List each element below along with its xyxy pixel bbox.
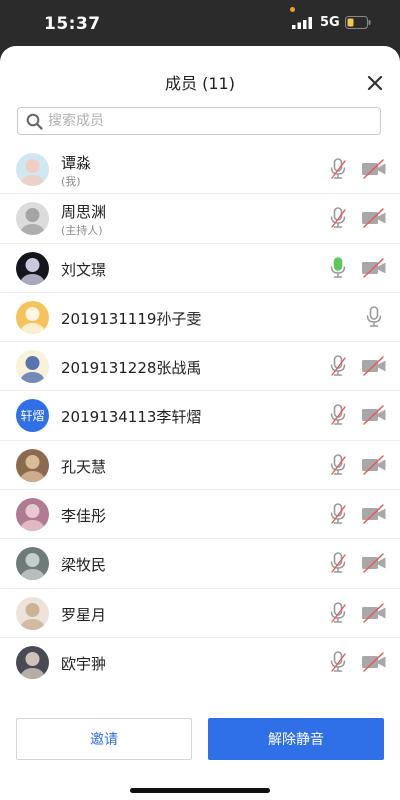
status-time: 15:37 — [44, 14, 101, 34]
search-box[interactable] — [17, 107, 381, 135]
avatar-image — [20, 602, 45, 630]
home-indicator — [130, 788, 270, 793]
avatar — [16, 547, 49, 581]
member-row[interactable]: 李佳彤 — [0, 490, 400, 540]
avatar — [16, 350, 49, 384]
member-name: 孔天慧 — [61, 457, 107, 476]
member-name: 谭淼 — [61, 154, 92, 172]
search-icon — [26, 113, 43, 130]
member-row[interactable]: 梁牧民 — [0, 539, 400, 589]
mic-muted-icon[interactable] — [328, 404, 348, 426]
avatar — [16, 498, 49, 532]
member-name: 刘文璟 — [61, 260, 107, 279]
avatar — [16, 596, 49, 630]
member-name: 欧宇翀 — [61, 654, 107, 673]
camera-off-icon[interactable] — [361, 208, 387, 229]
member-row[interactable]: 欧宇翀 — [0, 638, 400, 686]
status-bar: 15:37 5G — [0, 0, 400, 46]
member-row[interactable]: 轩熠 2019134113李轩熠 — [0, 391, 400, 441]
avatar — [16, 300, 49, 334]
mic-icon[interactable] — [364, 306, 384, 328]
camera-off-icon[interactable] — [361, 356, 387, 376]
privacy-indicator-dot — [290, 7, 295, 12]
camera-off-icon[interactable] — [361, 553, 387, 574]
avatar-image — [20, 159, 45, 186]
avatar — [16, 251, 49, 285]
avatar-image — [20, 306, 45, 334]
camera-off-icon[interactable] — [361, 455, 387, 475]
member-name: 李佳彤 — [61, 507, 107, 526]
member-name: 梁牧民 — [61, 556, 107, 575]
camera-off-icon[interactable] — [361, 602, 387, 623]
avatar-image — [20, 454, 45, 482]
sheet-title: 成员 (11) — [165, 74, 235, 93]
members-sheet: 成员 (11) 谭淼 (我) 周思渊 (主持人) — [0, 46, 400, 800]
avatar: 轩熠 — [16, 399, 49, 433]
member-name: 周思渊 — [61, 203, 107, 222]
network-type: 5G — [320, 15, 340, 30]
mic-muted-icon[interactable] — [328, 601, 348, 624]
avatar — [16, 645, 49, 679]
avatar-image — [20, 651, 45, 679]
member-name: 2019134113李轩熠 — [61, 408, 202, 427]
signal-icon — [292, 17, 312, 29]
avatar-image — [20, 553, 45, 581]
member-role: (主持人) — [61, 224, 103, 238]
mic-muted-icon[interactable] — [328, 651, 348, 673]
camera-off-icon[interactable] — [361, 159, 387, 179]
member-row[interactable]: 刘文璟 — [0, 244, 400, 293]
avatar-initials: 轩熠 — [20, 409, 45, 424]
camera-off-icon[interactable] — [361, 257, 387, 278]
camera-off-icon[interactable] — [361, 405, 387, 426]
avatar — [16, 448, 49, 482]
avatar-image — [20, 257, 45, 285]
unmute-all-button[interactable]: 解除静音 — [208, 718, 384, 760]
mic-muted-icon[interactable] — [328, 207, 348, 229]
mic-icon[interactable] — [328, 256, 348, 279]
member-row[interactable]: 2019131119孙子雯 — [0, 293, 400, 343]
mic-muted-icon[interactable] — [328, 158, 348, 180]
member-role: (我) — [61, 175, 81, 188]
member-name: 罗星月 — [61, 605, 107, 624]
avatar — [16, 153, 49, 186]
bottom-action-bar: 邀请 解除静音 — [0, 718, 400, 762]
search-input[interactable] — [48, 111, 368, 131]
member-row[interactable]: 周思渊 (主持人) — [0, 194, 400, 244]
mic-muted-icon[interactable] — [328, 503, 348, 525]
mic-muted-icon[interactable] — [328, 453, 348, 476]
member-row[interactable]: 孔天慧 — [0, 441, 400, 491]
avatar — [16, 202, 49, 236]
member-row[interactable]: 罗星月 — [0, 589, 400, 638]
invite-button[interactable]: 邀请 — [16, 718, 192, 760]
mic-muted-icon[interactable] — [328, 552, 348, 574]
camera-off-icon[interactable] — [361, 652, 387, 672]
member-row[interactable]: 2019131228张战禹 — [0, 342, 400, 392]
avatar-image — [20, 356, 45, 384]
member-list: 谭淼 (我) 周思渊 (主持人) 刘文璟 2019131119孙子雯 20191… — [0, 145, 400, 686]
camera-off-icon[interactable] — [361, 504, 387, 524]
battery-icon — [345, 16, 371, 29]
member-row[interactable]: 谭淼 (我) — [0, 145, 400, 195]
mic-muted-icon[interactable] — [328, 355, 348, 377]
member-name: 2019131119孙子雯 — [61, 309, 202, 328]
close-icon[interactable] — [364, 72, 386, 94]
avatar-image — [20, 504, 45, 532]
member-name: 2019131228张战禹 — [61, 359, 202, 378]
avatar-image — [20, 208, 45, 236]
